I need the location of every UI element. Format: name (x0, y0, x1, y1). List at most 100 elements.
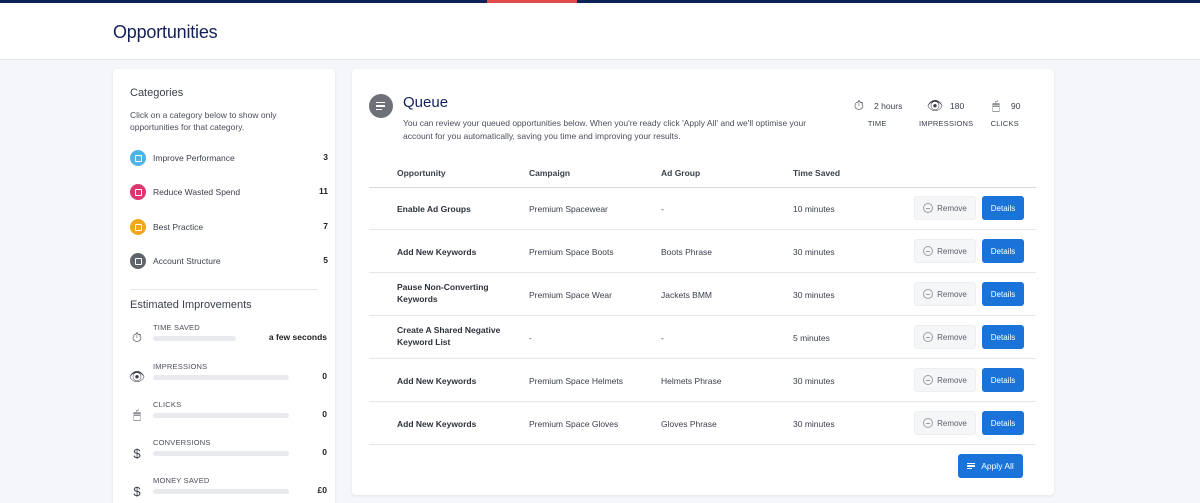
remove-label: Remove (937, 332, 967, 342)
minus-circle-icon (923, 375, 934, 385)
chart-icon (130, 150, 146, 166)
cell-ad-group: Boots Phrase (661, 247, 713, 257)
cell-opportunity: Enable Ad Groups (397, 204, 471, 214)
cell-opportunity: Add New Keywords (397, 247, 477, 257)
remove-button[interactable]: Remove (914, 325, 976, 349)
category-reduce-wasted-spend[interactable]: Reduce Wasted Spend 11 (130, 184, 328, 202)
table-row: Enable Ad Groups Premium Spacewear - 10 … (369, 187, 1036, 230)
wallet-icon (130, 184, 146, 200)
estimate-value: £0 (317, 485, 327, 495)
cell-ad-group: - (661, 333, 664, 343)
estimate-value: 0 (322, 371, 327, 381)
estimate-money-saved: $ MONEY SAVED £0 (130, 476, 327, 503)
minus-circle-icon (923, 289, 934, 299)
checklist-icon (130, 253, 146, 269)
categories-heading: Categories (130, 87, 184, 99)
cell-time-saved: 10 minutes (793, 204, 835, 214)
category-improve-performance[interactable]: Improve Performance 3 (130, 150, 328, 168)
cell-campaign: Premium Space Wear (529, 290, 612, 300)
table-row: Add New Keywords Premium Space Boots Boo… (369, 230, 1036, 273)
estimate-value: 0 (322, 447, 327, 457)
cell-time-saved: 5 minutes (793, 333, 830, 343)
page-title: Opportunities (113, 22, 218, 42)
remove-label: Remove (937, 375, 967, 385)
mouse-icon: 🖱 (133, 407, 141, 422)
cell-ad-group: Gloves Phrase (661, 419, 717, 429)
stopwatch-icon: ⏱ (131, 330, 143, 345)
remove-button[interactable]: Remove (914, 239, 976, 263)
remove-button[interactable]: Remove (914, 411, 976, 435)
details-button[interactable]: Details (982, 411, 1024, 435)
stat-clicks: 🖱 90 CLICKS (989, 98, 1021, 128)
sidebar: Categories Click on a category below to … (113, 69, 335, 503)
remove-button[interactable]: Remove (914, 368, 976, 392)
estimate-bar (153, 451, 289, 456)
category-count: 7 (323, 221, 328, 231)
dollar-icon: $ (133, 445, 141, 461)
cell-opportunity: Create A Shared Negative Keyword List (397, 325, 501, 347)
category-account-structure[interactable]: Account Structure 5 (130, 253, 328, 271)
details-button[interactable]: Details (982, 239, 1024, 263)
remove-button[interactable]: Remove (914, 196, 976, 220)
cell-ad-group: Helmets Phrase (661, 376, 722, 386)
estimate-value: 0 (322, 409, 327, 419)
eye-icon: 👁 (128, 369, 146, 384)
cell-campaign: Premium Space Gloves (529, 419, 619, 429)
cell-ad-group: - (661, 204, 664, 214)
estimate-bar (153, 336, 236, 341)
cell-opportunity: Pause Non-Converting Keywords (397, 282, 489, 304)
dollar-slash-icon: $ (133, 483, 141, 499)
table-row: Add New Keywords Premium Space Gloves Gl… (369, 402, 1036, 445)
table-row: Create A Shared Negative Keyword List - … (369, 316, 1036, 359)
cell-campaign: Premium Spacewear (529, 204, 608, 214)
stat-value: 180 (950, 101, 965, 111)
details-button[interactable]: Details (982, 325, 1024, 349)
column-campaign: Campaign (529, 168, 571, 178)
category-best-practice[interactable]: Best Practice 7 (130, 219, 328, 237)
categories-description: Click on a category below to show only o… (130, 110, 277, 132)
estimate-bar (153, 375, 289, 380)
category-count: 11 (319, 186, 328, 196)
stopwatch-icon: ⏱ (853, 98, 865, 113)
estimate-conversions: $ CONVERSIONS 0 (130, 438, 327, 468)
category-count: 3 (323, 152, 328, 162)
details-button[interactable]: Details (982, 282, 1024, 306)
estimate-label: CONVERSIONS (153, 438, 211, 447)
stat-value: 90 (1011, 101, 1021, 111)
star-icon (130, 219, 146, 235)
estimate-value: a few seconds (268, 332, 327, 342)
cell-time-saved: 30 minutes (793, 419, 835, 429)
cell-opportunity: Add New Keywords (397, 376, 477, 386)
category-label: Account Structure (153, 256, 221, 266)
details-button[interactable]: Details (982, 368, 1024, 392)
estimate-bar (153, 413, 289, 418)
remove-button[interactable]: Remove (914, 282, 976, 306)
category-label: Best Practice (153, 222, 204, 232)
stat-impressions: 👁 180 IMPRESSIONS (919, 98, 973, 128)
cell-time-saved: 30 minutes (793, 290, 835, 300)
cell-campaign: - (529, 333, 532, 343)
sidebar-divider (130, 289, 318, 290)
list-check-icon (967, 462, 976, 470)
estimate-impressions: 👁 IMPRESSIONS 0 (128, 362, 327, 392)
cell-campaign: Premium Space Boots (529, 247, 614, 257)
estimate-label: IMPRESSIONS (153, 362, 208, 371)
apply-all-button[interactable]: Apply All (958, 454, 1023, 478)
estimate-time-saved: ⏱ TIME SAVED a few seconds (130, 323, 327, 353)
category-label: Improve Performance (153, 153, 235, 163)
queue-description: You can review your queued opportunities… (403, 118, 807, 141)
column-ad-group: Ad Group (661, 168, 701, 178)
minus-circle-icon (923, 418, 934, 428)
remove-label: Remove (937, 203, 967, 213)
cell-opportunity: Add New Keywords (397, 419, 477, 429)
stat-label: CLICKS (990, 119, 1019, 128)
cell-time-saved: 30 minutes (793, 247, 835, 257)
queue-list-icon (369, 94, 393, 118)
table-row: Pause Non-Converting Keywords Premium Sp… (369, 273, 1036, 316)
table-header: Opportunity Campaign Ad Group Time Saved (369, 164, 1036, 188)
details-button[interactable]: Details (982, 196, 1024, 220)
estimates-heading: Estimated Improvements (130, 299, 252, 311)
minus-circle-icon (923, 246, 934, 256)
estimate-bar (153, 489, 289, 494)
mouse-icon: 🖱 (992, 98, 1000, 113)
